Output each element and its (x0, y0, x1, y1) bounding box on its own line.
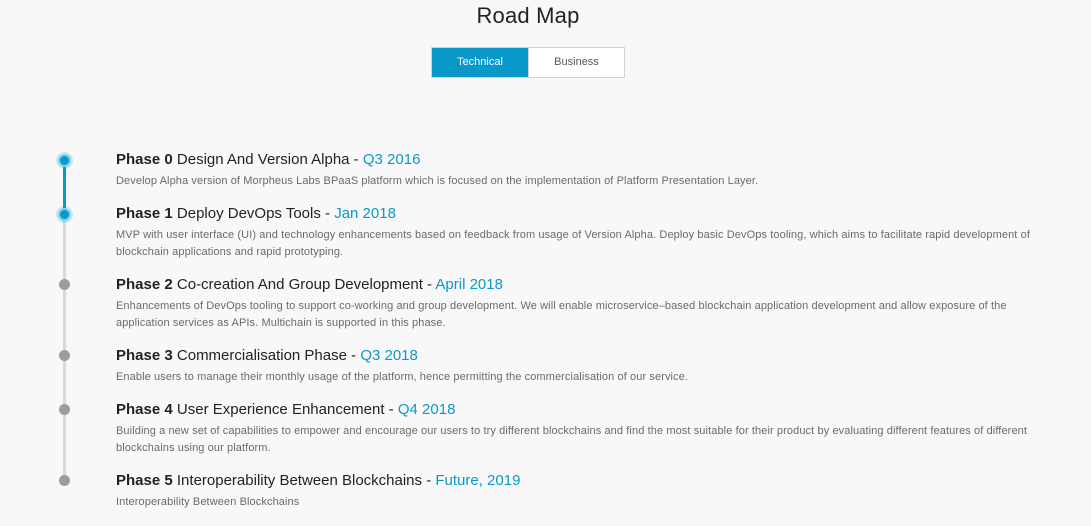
phase-description: MVP with user interface (UI) and technol… (116, 229, 1030, 258)
timeline-dot-phase-2 (59, 279, 70, 290)
roadmap-tabs: Technical Business (431, 47, 625, 78)
phase-description: Develop Alpha version of Morpheus Labs B… (116, 175, 759, 187)
phase-separator: - (384, 401, 398, 418)
phase-item-0: Phase 0 Design And Version Alpha - Q3 20… (116, 151, 1046, 190)
phase-date: Jan 2018 (334, 205, 396, 222)
phase-description: Enable users to manage their monthly usa… (116, 371, 689, 383)
phase-date: Future, 2019 (435, 472, 521, 489)
phase-item-1: Phase 1 Deploy DevOps Tools - Jan 2018 M… (116, 205, 1046, 261)
phase-name: Deploy DevOps Tools (176, 205, 321, 222)
phase-heading: Phase 4 User Experience Enhancement - Q4… (116, 401, 1046, 419)
phase-description: Enhancements of DevOps tooling to suppor… (116, 300, 1007, 329)
page-title: Road Map (476, 3, 580, 28)
phase-separator: - (422, 276, 436, 293)
phase-heading: Phase 3 Commercialisation Phase - Q3 201… (116, 347, 1046, 365)
timeline-dot-phase-5 (59, 475, 70, 486)
phase-number: Phase 0 (116, 151, 173, 168)
phase-separator: - (320, 205, 335, 222)
phase-number: Phase 2 (116, 276, 173, 293)
phase-number: Phase 5 (116, 472, 173, 489)
phase-date: April 2018 (435, 276, 503, 293)
phase-description: Interoperability Between Blockchains (116, 496, 300, 508)
timeline-dot-phase-1 (58, 208, 71, 221)
timeline-dot-phase-3 (59, 350, 70, 361)
phase-heading: Phase 1 Deploy DevOps Tools - Jan 2018 (116, 205, 1046, 223)
phase-separator: - (422, 472, 436, 489)
phase-number: Phase 1 (116, 205, 173, 222)
phase-number: Phase 3 (116, 347, 173, 364)
phase-date: Q3 2016 (362, 151, 421, 168)
phase-date: Q3 2018 (360, 347, 418, 364)
tab-technical[interactable]: Technical (432, 48, 528, 77)
tab-business[interactable]: Business (528, 48, 624, 77)
timeline-dot-phase-0 (58, 154, 71, 167)
phase-item-5: Phase 5 Interoperability Between Blockch… (116, 472, 1046, 511)
phase-name: User Experience Enhancement (176, 401, 385, 418)
phase-name: Interoperability Between Blockchains (176, 472, 423, 489)
phase-heading: Phase 0 Design And Version Alpha - Q3 20… (116, 151, 1046, 169)
timeline-dot-phase-4 (59, 404, 70, 415)
phase-item-3: Phase 3 Commercialisation Phase - Q3 201… (116, 347, 1046, 386)
phase-item-2: Phase 2 Co-creation And Group Developmen… (116, 276, 1046, 332)
phase-heading: Phase 5 Interoperability Between Blockch… (116, 472, 1046, 490)
phase-description: Building a new set of capabilities to em… (116, 425, 1028, 454)
phase-heading: Phase 2 Co-creation And Group Developmen… (116, 276, 1046, 294)
timeline-rail-upcoming (63, 214, 66, 482)
phase-separator: - (349, 151, 363, 168)
phase-item-4: Phase 4 User Experience Enhancement - Q4… (116, 401, 1046, 457)
phase-date: Q4 2018 (397, 401, 456, 418)
phase-name: Co-creation And Group Development (176, 276, 423, 293)
phase-separator: - (346, 347, 361, 364)
phase-name: Commercialisation Phase (176, 347, 347, 364)
phase-number: Phase 4 (116, 401, 173, 418)
phase-name: Design And Version Alpha (176, 151, 350, 168)
timeline-rail-completed (63, 160, 66, 214)
